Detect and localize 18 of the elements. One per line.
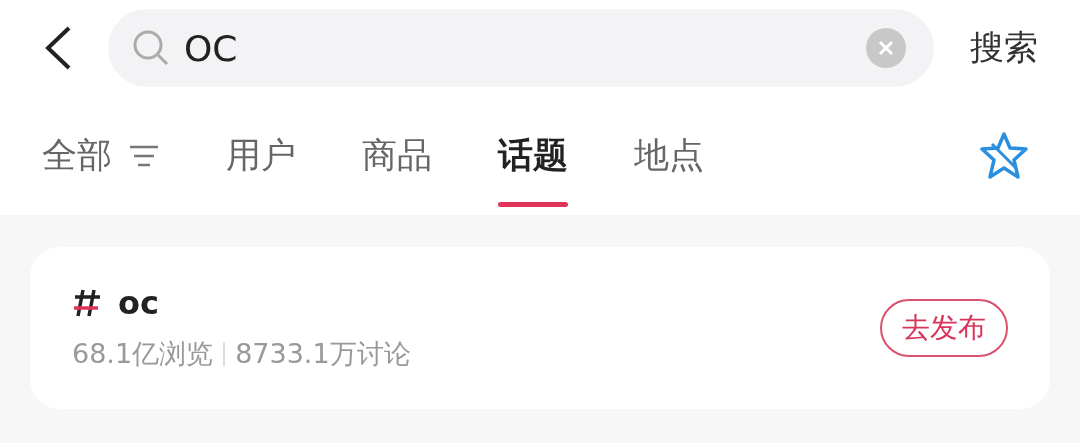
tab[interactable]: 话题 [498, 104, 568, 208]
hashtag-icon [72, 288, 102, 318]
tab[interactable]: 商品 [362, 104, 432, 208]
search-bar[interactable]: OC [108, 9, 934, 88]
tab[interactable]: 地点 [634, 104, 704, 208]
tab[interactable]: 用户 [226, 104, 296, 208]
topic-card[interactable]: oc 68.1亿浏览 8733.1万讨论 去发布 [30, 247, 1050, 409]
search-input[interactable]: OC [184, 27, 852, 69]
search-button[interactable]: 搜索 [970, 25, 1038, 72]
topic-title: oc [118, 284, 159, 322]
back-icon[interactable] [44, 25, 72, 72]
tab[interactable]: 全部 [42, 104, 160, 208]
sparkle-icon[interactable] [978, 129, 1030, 182]
view-count: 68.1亿浏览 [72, 337, 214, 371]
discussion-count: 8733.1万讨论 [235, 337, 411, 371]
publish-button[interactable]: 去发布 [880, 299, 1008, 357]
search-icon [132, 29, 170, 68]
filter-icon [128, 143, 160, 168]
